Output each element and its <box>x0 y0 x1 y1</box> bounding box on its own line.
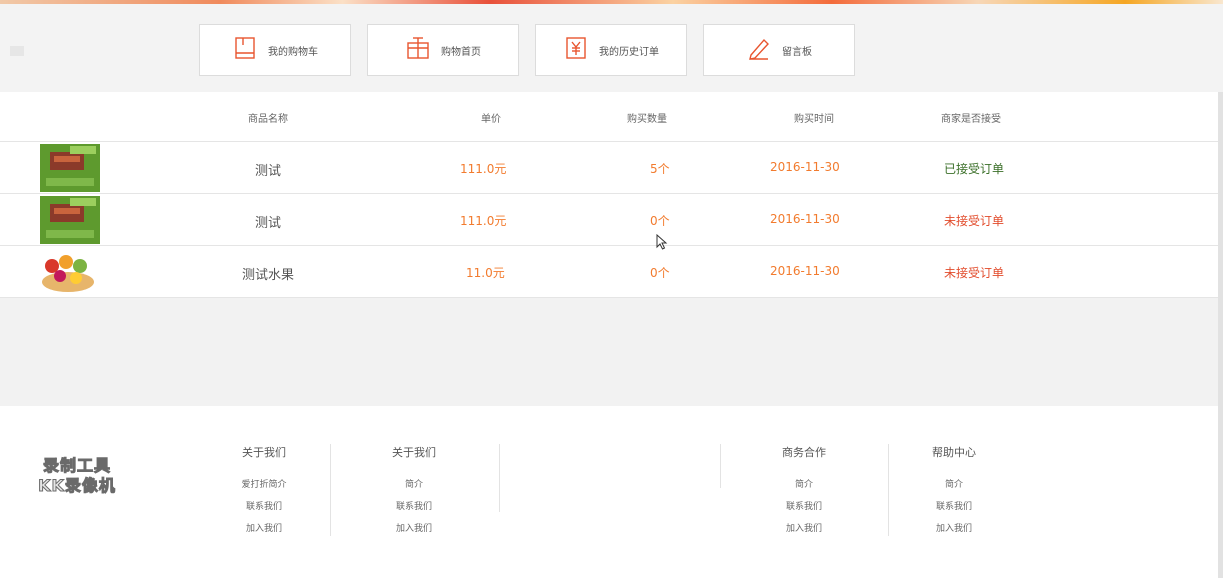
nav-label: 购物首页 <box>441 46 481 58</box>
table-row[interactable]: 测试水果 11.0元 0个 2016-11-30 未接受订单 <box>0 246 1218 298</box>
quantity: 0个 <box>650 214 670 228</box>
header-unit-price: 单价 <box>481 114 501 125</box>
footer-link[interactable]: 联系我们 <box>344 496 484 518</box>
footer-divider <box>499 444 500 512</box>
recorder-watermark: 录制工具 KK录像机 <box>22 456 132 496</box>
status-badge: 已接受订单 <box>944 162 1005 176</box>
nav-label: 我的购物车 <box>268 46 318 58</box>
footer-link[interactable]: 加入我们 <box>344 518 484 540</box>
watermark-line: 录制工具 <box>42 456 111 476</box>
footer-link[interactable]: 爱打折简介 <box>194 474 334 496</box>
nav-shop-home-button[interactable]: 购物首页 <box>367 24 519 76</box>
quantity: 5个 <box>650 162 670 176</box>
unit-price: 111.0元 <box>460 162 507 176</box>
header-quantity: 购买数量 <box>627 114 667 125</box>
order-table: 商品名称 单价 购买数量 购买时间 商家是否接受 测试 111.0元 5个 20… <box>0 92 1218 298</box>
nav-message-board-button[interactable]: 留言板 <box>703 24 855 76</box>
header-product-name: 商品名称 <box>248 114 288 125</box>
watermark-line: KK录像机 <box>38 476 116 496</box>
page-scrollbar[interactable] <box>1218 92 1223 578</box>
mouse-cursor-icon <box>656 234 668 250</box>
footer-link[interactable]: 联系我们 <box>884 496 1024 518</box>
product-name: 测试 <box>255 216 282 231</box>
header-merchant-accepted: 商家是否接受 <box>941 114 1001 125</box>
cart-icon <box>232 35 258 65</box>
product-thumbnail <box>40 248 100 296</box>
nav-my-cart-button[interactable]: 我的购物车 <box>199 24 351 76</box>
footer-link[interactable]: 联系我们 <box>734 496 874 518</box>
content-spacer <box>0 298 1218 406</box>
table-header: 商品名称 单价 购买数量 购买时间 商家是否接受 <box>0 92 1218 142</box>
footer-link[interactable]: 加入我们 <box>734 518 874 540</box>
unit-price: 111.0元 <box>460 214 507 228</box>
purchase-time: 2016-11-30 <box>770 160 840 174</box>
table-row[interactable]: 测试 111.0元 0个 2016-11-30 未接受订单 <box>0 194 1218 246</box>
nav-label: 我的历史订单 <box>599 46 659 58</box>
product-thumbnail <box>40 196 100 244</box>
table-row[interactable]: 测试 111.0元 5个 2016-11-30 已接受订单 <box>0 142 1218 194</box>
footer-link[interactable]: 简介 <box>884 474 1024 496</box>
quantity: 0个 <box>650 266 670 280</box>
decorative-mark <box>10 46 24 56</box>
footer-divider <box>720 444 721 488</box>
footer-link[interactable]: 联系我们 <box>194 496 334 518</box>
footer-column-title: 帮助中心 <box>932 446 976 459</box>
product-name: 测试水果 <box>242 268 295 283</box>
gift-icon <box>405 35 431 65</box>
product-name: 测试 <box>255 164 282 179</box>
purchase-time: 2016-11-30 <box>770 264 840 278</box>
footer-link[interactable]: 简介 <box>344 474 484 496</box>
pencil-icon <box>746 35 772 65</box>
footer-column: 帮助中心 简介 联系我们 加入我们 <box>884 444 1024 540</box>
header-purchase-time: 购买时间 <box>794 114 834 125</box>
footer-column: 关于我们 爱打折简介 联系我们 加入我们 <box>194 444 334 540</box>
footer-link[interactable]: 加入我们 <box>884 518 1024 540</box>
unit-price: 11.0元 <box>466 266 505 280</box>
status-badge: 未接受订单 <box>944 214 1005 228</box>
footer-column-title: 关于我们 <box>392 446 436 459</box>
footer-divider <box>330 444 331 536</box>
footer-column-title: 关于我们 <box>242 446 286 459</box>
footer: 关于我们 爱打折简介 联系我们 加入我们 关于我们 简介 联系我们 加入我们 商… <box>0 406 1218 578</box>
purchase-time: 2016-11-30 <box>770 212 840 226</box>
footer-column-title: 商务合作 <box>782 446 826 459</box>
nav-order-history-button[interactable]: 我的历史订单 <box>535 24 687 76</box>
footer-link[interactable]: 加入我们 <box>194 518 334 540</box>
product-thumbnail <box>40 144 100 192</box>
yuan-icon <box>563 35 589 65</box>
footer-column: 关于我们 简介 联系我们 加入我们 <box>344 444 484 540</box>
nav-label: 留言板 <box>782 46 812 58</box>
status-badge: 未接受订单 <box>944 266 1005 280</box>
footer-column: 商务合作 简介 联系我们 加入我们 <box>734 444 874 540</box>
footer-link[interactable]: 简介 <box>734 474 874 496</box>
